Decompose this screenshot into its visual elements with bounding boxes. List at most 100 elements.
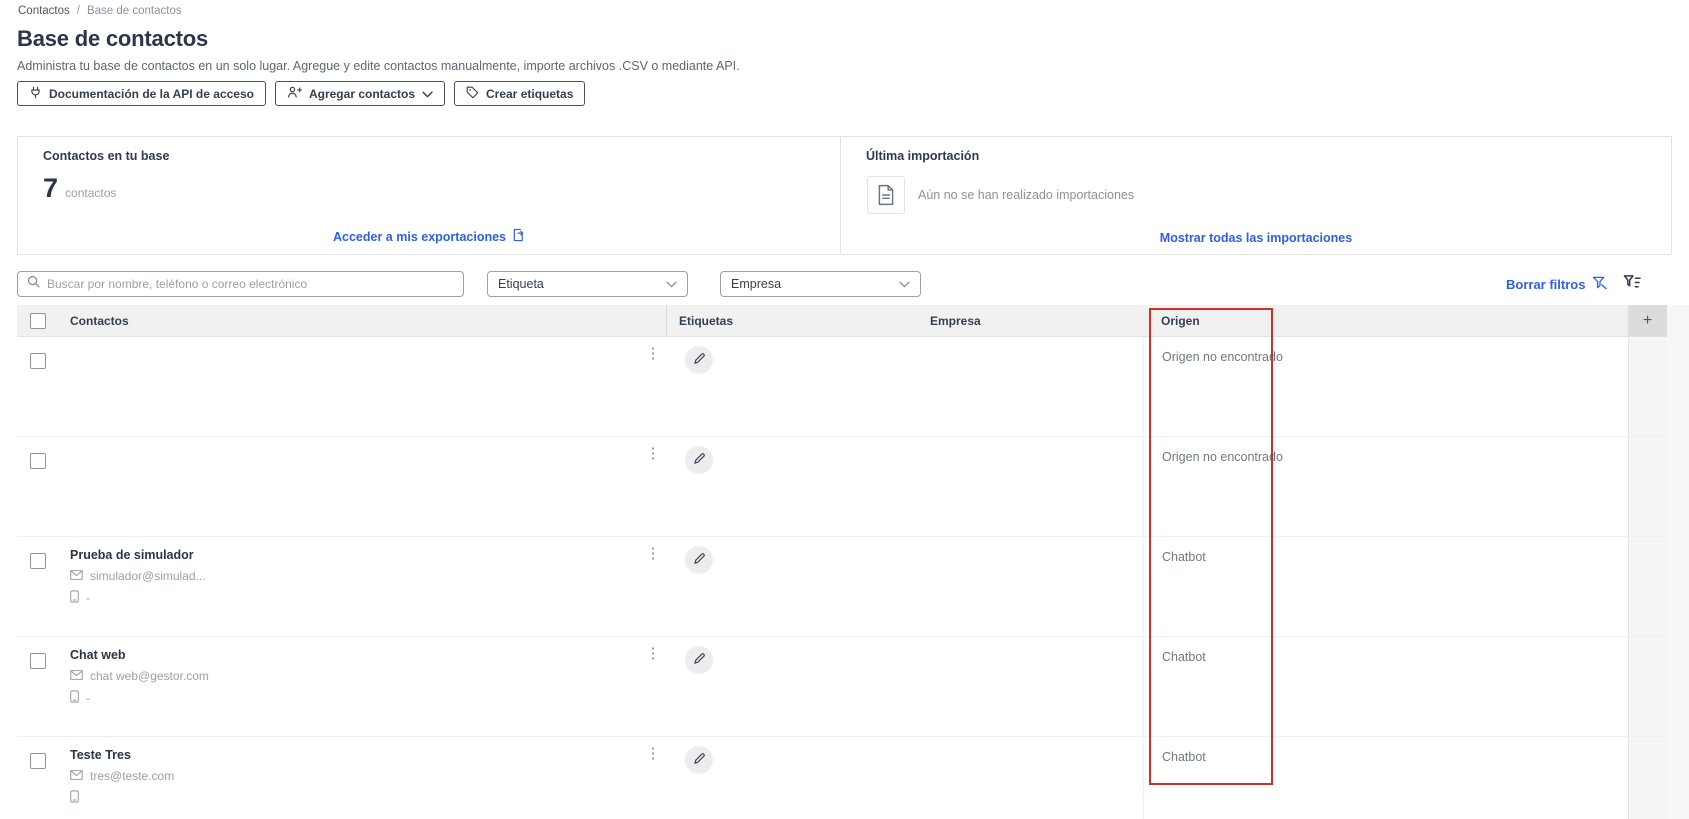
contacts-table: Contactos Etiquetas Empresa Origen + ⋮ O…	[17, 305, 1667, 819]
person-add-icon	[287, 85, 303, 102]
email-icon	[70, 769, 83, 783]
extra-column-cell	[1628, 737, 1667, 819]
row-checkbox[interactable]	[29, 753, 46, 769]
origin-cell: Origen no encontrado	[1143, 437, 1628, 536]
company-cell	[918, 537, 1143, 636]
api-doc-label: Documentación de la API de acceso	[49, 86, 254, 101]
extra-column-cell	[1628, 337, 1667, 436]
edit-tags-button[interactable]	[685, 346, 713, 374]
page-title: Base de contactos	[17, 26, 209, 51]
row-menu-kebab-icon[interactable]: ⋮	[644, 443, 662, 465]
exports-link-label: Acceder a mis exportaciones	[333, 229, 506, 244]
filter-settings-icon[interactable]	[1623, 274, 1642, 295]
table-row: Prueba de simulador simulador@simulad...…	[17, 537, 1667, 637]
row-checkbox[interactable]	[29, 553, 46, 569]
chevron-down-icon	[422, 87, 433, 101]
add-contacts-button[interactable]: Agregar contactos	[274, 81, 445, 106]
contacts-card-title: Contactos en tu base	[43, 149, 170, 163]
company-filter-dropdown[interactable]: Empresa	[720, 271, 921, 297]
clear-filters-link[interactable]: Borrar filtros	[1506, 276, 1608, 293]
contact-email-line: chat web@gestor.com	[70, 669, 666, 683]
create-tags-button[interactable]: Crear etiquetas	[454, 81, 586, 106]
column-header-empresa[interactable]: Empresa	[918, 305, 1143, 336]
contact-cell: ⋮	[58, 337, 666, 436]
column-header-origen[interactable]: Origen	[1143, 305, 1628, 336]
table-row: Teste Tres tres@teste.com ⋮ Chatbot	[17, 737, 1667, 819]
row-checkbox[interactable]	[29, 353, 46, 369]
table-row: Chat web chat web@gestor.com - ⋮ Chatbot	[17, 637, 1667, 737]
company-cell	[918, 337, 1143, 436]
email-icon	[70, 569, 83, 583]
phone-icon	[70, 790, 79, 806]
import-document-icon	[867, 176, 905, 214]
row-menu-kebab-icon[interactable]: ⋮	[644, 343, 662, 365]
stats-panel: Contactos en tu base 7 contactos Acceder…	[17, 136, 1672, 255]
contact-email-line: tres@teste.com	[70, 769, 666, 783]
row-checkbox[interactable]	[29, 453, 46, 469]
tags-cell	[666, 737, 918, 819]
extra-column-cell	[1628, 637, 1667, 736]
contact-cell: Teste Tres tres@teste.com ⋮	[58, 737, 666, 819]
search-input[interactable]	[47, 277, 454, 291]
contact-email: simulador@simulad...	[90, 569, 206, 583]
contact-phone-line: -	[70, 590, 666, 606]
extra-column-cell	[1628, 437, 1667, 536]
email-icon	[70, 669, 83, 683]
extra-column-cell	[1628, 537, 1667, 636]
contact-cell: ⋮	[58, 437, 666, 536]
exports-link[interactable]: Acceder a mis exportaciones	[18, 228, 840, 245]
row-checkbox[interactable]	[29, 653, 46, 669]
action-buttons: Documentación de la API de acceso Agrega…	[17, 81, 586, 106]
chevron-down-icon	[666, 277, 677, 291]
pencil-icon	[693, 452, 706, 468]
show-all-imports-label: Mostrar todas las importaciones	[1159, 231, 1353, 245]
clear-filters-label: Borrar filtros	[1506, 277, 1586, 292]
breadcrumb: Contactos / Base de contactos	[18, 5, 182, 17]
edit-tags-button[interactable]	[685, 646, 713, 674]
edit-tags-button[interactable]	[685, 746, 713, 774]
api-doc-button[interactable]: Documentación de la API de acceso	[17, 81, 266, 106]
plug-icon	[29, 86, 42, 102]
tags-cell	[666, 537, 918, 636]
row-menu-kebab-icon[interactable]: ⋮	[644, 543, 662, 565]
column-header-contacts[interactable]: Contactos	[58, 305, 666, 336]
table-row: ⋮ Origen no encontrado	[17, 337, 1667, 437]
pencil-icon	[693, 652, 706, 668]
import-empty-message: Aún no se han realizado importaciones	[918, 188, 1135, 202]
contact-cell: Prueba de simulador simulador@simulad...…	[58, 537, 666, 636]
contacts-count: 7 contactos	[43, 173, 116, 204]
contacts-count-number: 7	[43, 173, 59, 203]
tag-icon	[466, 86, 479, 102]
column-header-etiquetas[interactable]: Etiquetas	[666, 305, 918, 336]
pencil-icon	[693, 552, 706, 568]
origin-cell: Chatbot	[1143, 637, 1628, 736]
breadcrumb-base-de-contactos: Base de contactos	[86, 5, 182, 17]
phone-icon	[70, 690, 79, 706]
contact-cell: Chat web chat web@gestor.com - ⋮	[58, 637, 666, 736]
contact-phone: -	[86, 591, 90, 605]
select-all-checkbox[interactable]	[29, 312, 46, 329]
row-menu-kebab-icon[interactable]: ⋮	[644, 743, 662, 765]
import-card-title: Última importación	[866, 149, 980, 163]
table-right-gutter	[1667, 305, 1689, 819]
row-menu-kebab-icon[interactable]: ⋮	[644, 643, 662, 665]
contacts-page: Contactos / Base de contactos Base de co…	[0, 0, 1689, 819]
edit-tags-button[interactable]	[685, 446, 713, 474]
contact-email: chat web@gestor.com	[90, 669, 209, 683]
show-all-imports-link[interactable]: Mostrar todas las importaciones	[841, 231, 1671, 245]
tag-filter-label: Etiqueta	[498, 277, 544, 291]
tag-filter-dropdown[interactable]: Etiqueta	[487, 271, 688, 297]
edit-tags-button[interactable]	[685, 546, 713, 574]
last-import-card: Última importación Aún no se han realiza…	[841, 137, 1671, 254]
tags-cell	[666, 337, 918, 436]
tags-cell	[666, 437, 918, 536]
add-column-button[interactable]: +	[1628, 305, 1667, 336]
breadcrumb-contactos[interactable]: Contactos	[18, 5, 70, 17]
contact-email: tres@teste.com	[90, 769, 175, 783]
contact-name: Prueba de simulador	[70, 548, 194, 562]
table-header: Contactos Etiquetas Empresa Origen +	[17, 305, 1667, 337]
phone-icon	[70, 590, 79, 606]
company-filter-label: Empresa	[731, 277, 782, 291]
company-cell	[918, 737, 1143, 819]
search-icon	[27, 275, 40, 293]
